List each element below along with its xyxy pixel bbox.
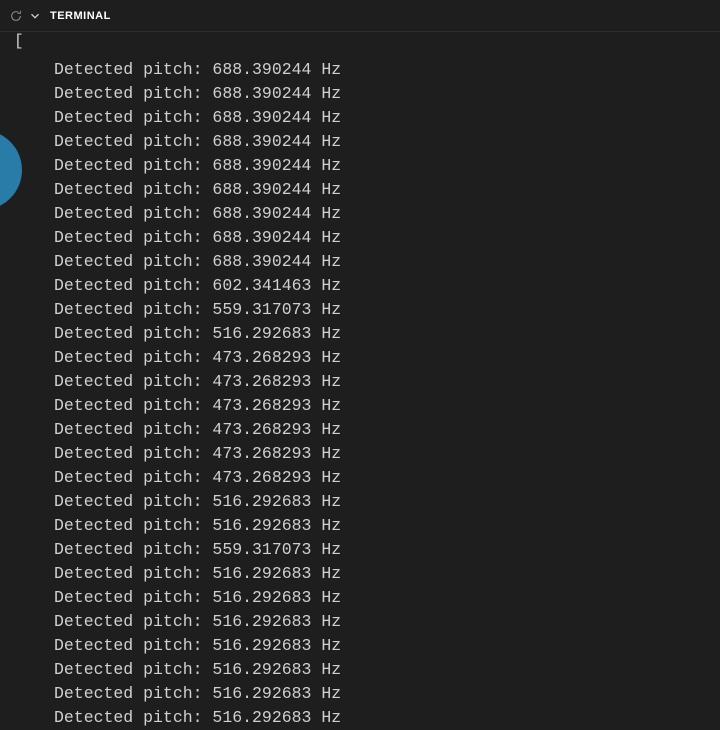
terminal-line: Detected pitch: 516.292683 Hz [54,610,341,634]
terminal-panel-header: TERMINAL [0,0,720,32]
terminal-line: Detected pitch: 473.268293 Hz [54,418,341,442]
chevron-down-icon[interactable] [26,7,44,25]
terminal-line: Detected pitch: 516.292683 Hz [54,514,341,538]
terminal-line: Detected pitch: 559.317073 Hz [54,538,341,562]
terminal-line: Detected pitch: 516.292683 Hz [54,562,341,586]
terminal-line: Detected pitch: 688.390244 Hz [54,226,341,250]
terminal-line: Detected pitch: 516.292683 Hz [54,322,341,346]
panel-title[interactable]: TERMINAL [50,10,111,22]
terminal-line: Detected pitch: 559.317073 Hz [54,298,341,322]
terminal-output[interactable]: Detected pitch: 688.390244 HzDetected pi… [54,58,341,730]
terminal-line: Detected pitch: 516.292683 Hz [54,682,341,706]
terminal-line: Detected pitch: 516.292683 Hz [54,586,341,610]
editor-gutter [0,32,30,724]
terminal-line: Detected pitch: 602.341463 Hz [54,274,341,298]
terminal-line: Detected pitch: 473.268293 Hz [54,394,341,418]
terminal-line: Detected pitch: 688.390244 Hz [54,202,341,226]
terminal-line: Detected pitch: 516.292683 Hz [54,706,341,730]
terminal-line: Detected pitch: 473.268293 Hz [54,442,341,466]
terminal-line: Detected pitch: 473.268293 Hz [54,466,341,490]
terminal-line: Detected pitch: 516.292683 Hz [54,490,341,514]
terminal-line: Detected pitch: 688.390244 Hz [54,178,341,202]
terminal-line: Detected pitch: 688.390244 Hz [54,106,341,130]
terminal-line: Detected pitch: 688.390244 Hz [54,130,341,154]
terminal-line: Detected pitch: 688.390244 Hz [54,154,341,178]
terminal-line: Detected pitch: 473.268293 Hz [54,370,341,394]
terminal-line: Detected pitch: 473.268293 Hz [54,346,341,370]
terminal-line: Detected pitch: 688.390244 Hz [54,250,341,274]
gutter-bracket: [ [14,32,24,50]
restart-icon[interactable] [8,8,24,24]
terminal-line: Detected pitch: 688.390244 Hz [54,82,341,106]
terminal-line: Detected pitch: 516.292683 Hz [54,634,341,658]
terminal-line: Detected pitch: 516.292683 Hz [54,658,341,682]
terminal-line: Detected pitch: 688.390244 Hz [54,58,341,82]
